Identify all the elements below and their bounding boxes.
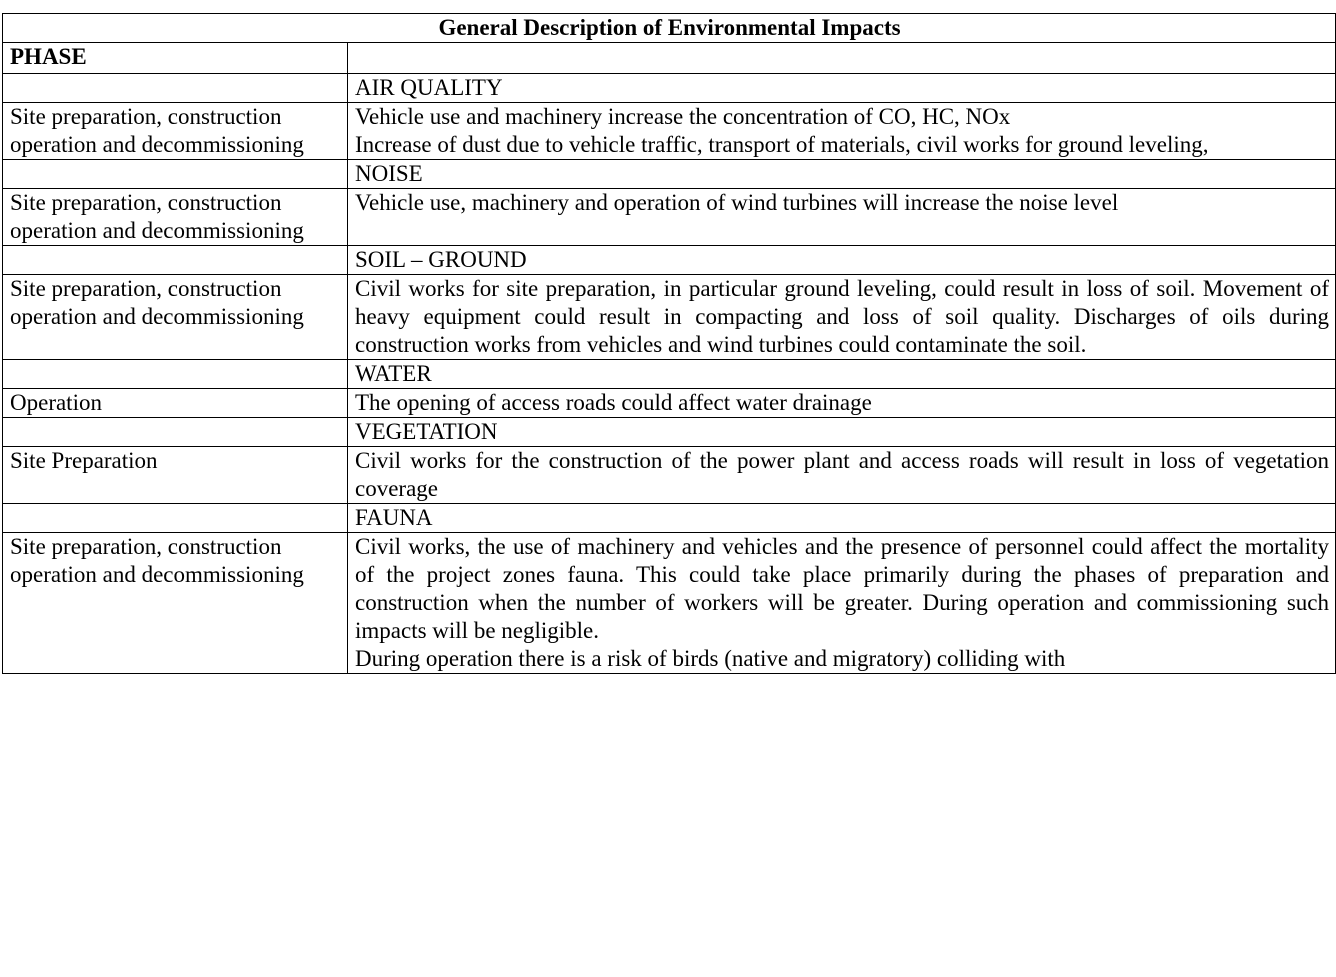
empty-phase-cell [2,503,348,533]
title-row: General Description of Environmental Imp… [1,13,1336,43]
empty-phase-cell [2,417,348,447]
description-line: Increase of dust due to vehicle traffic,… [355,132,1209,157]
description-line: Civil works for the construction of the … [355,448,1330,501]
description-cell: Civil works for site preparation, in par… [346,274,1336,360]
description-line: Civil works, the use of machinery and ve… [355,534,1330,643]
empty-phase-cell [2,245,348,275]
empty-phase-cell [2,359,348,389]
category-row-noise: NOISE [2,159,1336,189]
phase-cell: Site preparation, construction operation… [2,188,348,246]
phase-cell: Site preparation, construction operation… [2,274,348,360]
phase-cell: Operation [2,388,348,418]
impact-row-soil-ground: Site preparation, construction operation… [2,274,1336,360]
description-cell: Civil works for the construction of the … [346,446,1336,504]
phase-cell: Site Preparation [2,446,348,504]
impact-row-noise: Site preparation, construction operation… [2,188,1336,246]
description-line: Vehicle use and machinery increase the c… [355,104,1011,129]
empty-phase-cell [2,73,348,103]
description-cell: The opening of access roads could affect… [346,388,1336,418]
category-label: FAUNA [346,503,1336,533]
category-label: NOISE [346,159,1336,189]
category-row-vegetation: VEGETATION [2,417,1336,447]
empty-phase-cell [2,159,348,189]
phase-header-row: PHASE [2,42,1336,74]
impact-row-fauna: Site preparation, construction operation… [2,532,1336,674]
category-row-water: WATER [2,359,1336,389]
category-row-soil-ground: SOIL – GROUND [2,245,1336,275]
description-cell: Civil works, the use of machinery and ve… [346,532,1336,674]
impact-row-vegetation: Site Preparation Civil works for the con… [2,446,1336,504]
impact-row-air-quality: Site preparation, construction operation… [2,102,1336,160]
description-cell: Vehicle use, machinery and operation of … [346,188,1336,246]
category-row-air-quality: AIR QUALITY [2,73,1336,103]
description-line: The opening of access roads could affect… [355,390,872,415]
environmental-impacts-table: General Description of Environmental Imp… [1,13,1336,674]
table-title: General Description of Environmental Imp… [1,13,1336,43]
phase-column-header: PHASE [2,42,348,74]
phase-cell: Site preparation, construction operation… [2,102,348,160]
phase-cell: Site preparation, construction operation… [2,532,348,674]
description-cell: Vehicle use and machinery increase the c… [346,102,1336,160]
category-row-fauna: FAUNA [2,503,1336,533]
category-label: SOIL – GROUND [346,245,1336,275]
category-label: WATER [346,359,1336,389]
category-label: AIR QUALITY [346,73,1336,103]
description-line: During operation there is a risk of bird… [355,646,1066,671]
category-label: VEGETATION [346,417,1336,447]
description-line: Civil works for site preparation, in par… [355,276,1330,357]
empty-header-cell [346,42,1336,74]
impact-row-water: Operation The opening of access roads co… [2,388,1336,418]
description-line: Vehicle use, machinery and operation of … [355,190,1119,215]
